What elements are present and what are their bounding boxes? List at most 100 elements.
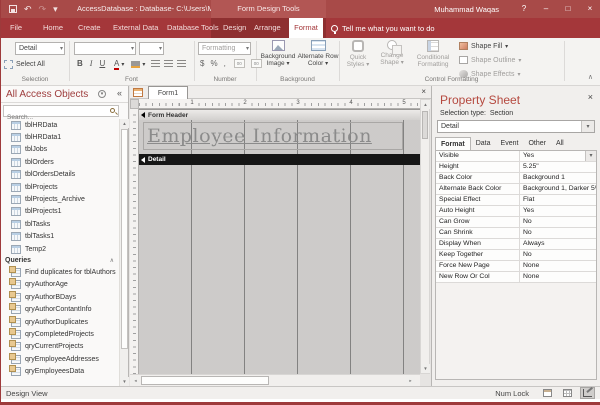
- group-collapse-icon[interactable]: ∧: [110, 257, 114, 264]
- search-box[interactable]: [3, 105, 119, 117]
- scroll-right-icon[interactable]: ▸: [406, 376, 415, 385]
- property-row[interactable]: Auto Height Yes: [436, 206, 596, 217]
- property-row[interactable]: Special Effect Flat: [436, 195, 596, 206]
- font-color-button[interactable]: A: [114, 59, 119, 70]
- property-row[interactable]: Back Color Background 1: [436, 173, 596, 184]
- selection-combo[interactable]: Detail: [437, 120, 595, 133]
- minimize-icon[interactable]: –: [535, 0, 557, 18]
- ruler-corner-box[interactable]: [130, 99, 139, 109]
- scroll-up-icon[interactable]: ▲: [120, 119, 129, 128]
- datasheet-view-button[interactable]: [560, 387, 575, 399]
- tab-format[interactable]: Format: [289, 18, 323, 38]
- nav-item-table[interactable]: tblHRData: [1, 119, 120, 131]
- tab-database-tools[interactable]: Database Tools: [167, 18, 219, 38]
- tab-external-data[interactable]: External Data: [113, 18, 158, 38]
- property-row[interactable]: New Row Or Col None: [436, 272, 596, 283]
- nav-item-table[interactable]: tblHRData1: [1, 131, 120, 143]
- nav-pane-title[interactable]: All Access Objects: [6, 89, 88, 100]
- property-row[interactable]: Alternate Back Color Background 1, Darke…: [436, 184, 596, 195]
- font-name-combo[interactable]: [74, 42, 136, 55]
- chevron-down-icon[interactable]: [585, 151, 596, 161]
- form-view-button[interactable]: [540, 387, 555, 399]
- nav-item-query[interactable]: qryAuthorAge: [1, 279, 120, 291]
- nav-item-table[interactable]: tblProjects1: [1, 206, 120, 218]
- nav-item-table[interactable]: tblOrdersDetails: [1, 169, 120, 181]
- property-row[interactable]: Display When Always: [436, 239, 596, 250]
- percent-button[interactable]: %: [210, 59, 217, 68]
- design-view-button[interactable]: [580, 387, 595, 399]
- nav-item-table[interactable]: tblProjects_Archive: [1, 193, 120, 205]
- tab-arrange[interactable]: Arrange: [254, 18, 281, 38]
- nav-scrollbar-thumb[interactable]: [121, 129, 128, 349]
- scroll-up-icon[interactable]: ▲: [421, 100, 430, 109]
- object-selector-combo[interactable]: Detail: [15, 42, 65, 55]
- property-row[interactable]: Can Grow No: [436, 217, 596, 228]
- select-all-button[interactable]: Select All: [4, 60, 45, 69]
- form-title-label[interactable]: Employee Information: [143, 122, 403, 150]
- document-close-icon[interactable]: ×: [421, 87, 426, 96]
- form-header-section-bar[interactable]: Form Header: [139, 109, 420, 120]
- currency-button[interactable]: $: [200, 59, 204, 68]
- property-row[interactable]: Can Shrink No: [436, 228, 596, 239]
- underline-button[interactable]: U: [99, 59, 105, 68]
- tab-all[interactable]: All: [551, 137, 569, 150]
- align-center-icon[interactable]: [164, 60, 173, 67]
- document-tab-form1[interactable]: Form1: [148, 86, 188, 99]
- nav-item-query[interactable]: qryCurrentProjects: [1, 341, 120, 353]
- undo-icon[interactable]: ↶: [24, 4, 32, 14]
- close-icon[interactable]: ×: [579, 0, 600, 18]
- collapse-ribbon-icon[interactable]: ∧: [588, 73, 593, 81]
- save-icon[interactable]: [9, 5, 17, 13]
- align-right-icon[interactable]: [177, 60, 186, 67]
- tab-format[interactable]: Format: [435, 137, 471, 150]
- nav-menu-icon[interactable]: ▾: [98, 90, 106, 98]
- nav-item-query[interactable]: qryCompletedProjects: [1, 328, 120, 340]
- nav-group-queries[interactable]: Queries ∧: [1, 255, 120, 266]
- italic-button[interactable]: I: [90, 59, 93, 68]
- maximize-icon[interactable]: □: [557, 0, 579, 18]
- help-icon[interactable]: ?: [513, 0, 535, 18]
- align-left-icon[interactable]: [151, 60, 160, 67]
- nav-item-table[interactable]: tblJobs: [1, 144, 120, 156]
- detail-grid[interactable]: [139, 165, 420, 374]
- nav-item-table[interactable]: tblOrders: [1, 156, 120, 168]
- chevron-down-icon[interactable]: [581, 121, 594, 132]
- background-image-button[interactable]: Background Image: [258, 40, 298, 80]
- nav-item-table[interactable]: tblProjects: [1, 181, 120, 193]
- form-header-grid[interactable]: Employee Information: [139, 120, 420, 154]
- tell-me-box[interactable]: Tell me what you want to do: [331, 18, 435, 38]
- shape-fill-button[interactable]: Shape Fill: [459, 42, 508, 50]
- nav-item-query[interactable]: qryEmployeesData: [1, 365, 120, 377]
- font-size-combo[interactable]: [139, 42, 164, 55]
- horizontal-scrollbar[interactable]: ◂ ▸: [130, 374, 420, 386]
- comma-button[interactable]: ,: [224, 59, 226, 68]
- tab-file[interactable]: File: [10, 18, 22, 38]
- tab-event[interactable]: Event: [496, 137, 524, 150]
- tab-design[interactable]: Design: [223, 18, 246, 38]
- nav-item-query[interactable]: qryAuthorContantInfo: [1, 303, 120, 315]
- property-row[interactable]: Force New Page None: [436, 261, 596, 272]
- tab-home[interactable]: Home: [43, 18, 63, 38]
- nav-item-query[interactable]: qryEmployeeAddresses: [1, 353, 120, 365]
- scroll-down-icon[interactable]: ▼: [120, 377, 129, 386]
- alternate-row-color-button[interactable]: Alternate Row Color: [297, 40, 339, 80]
- vertical-scrollbar[interactable]: ▲ ▼: [420, 99, 430, 374]
- horizontal-scrollbar-thumb[interactable]: [141, 376, 269, 385]
- scroll-down-icon[interactable]: ▼: [421, 364, 430, 373]
- property-row[interactable]: Visible Yes: [436, 151, 596, 162]
- nav-item-table[interactable]: Temp2: [1, 243, 120, 255]
- nav-item-query[interactable]: Find duplicates for tblAuthors: [1, 266, 120, 278]
- tab-create[interactable]: Create: [78, 18, 101, 38]
- nav-item-table[interactable]: tblTasks1: [1, 231, 120, 243]
- bold-button[interactable]: B: [77, 59, 83, 68]
- tab-data[interactable]: Data: [471, 137, 496, 150]
- property-row[interactable]: Height 5.25": [436, 162, 596, 173]
- shutter-close-icon[interactable]: «: [117, 88, 122, 98]
- customize-qat-icon[interactable]: ▾: [53, 4, 58, 14]
- scroll-left-icon[interactable]: ◂: [131, 376, 140, 385]
- fill-color-icon[interactable]: [131, 61, 140, 68]
- user-name[interactable]: Muhammad Waqas: [434, 5, 499, 14]
- detail-section-bar[interactable]: Detail: [139, 154, 420, 165]
- chevron-down-icon[interactable]: [142, 61, 145, 68]
- property-row[interactable]: Keep Together No: [436, 250, 596, 261]
